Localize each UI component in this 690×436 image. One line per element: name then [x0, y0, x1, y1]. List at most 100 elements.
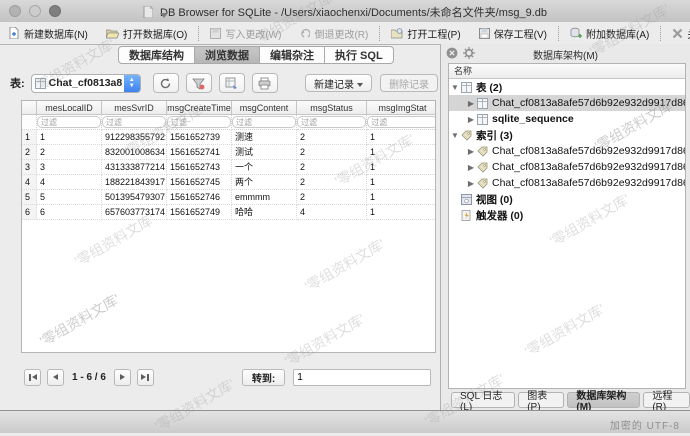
filter-input[interactable]	[37, 116, 101, 128]
new-record-button[interactable]: 新建记录	[305, 74, 372, 92]
combobox-stepper-icon[interactable]: ▲▼	[124, 74, 140, 93]
cell[interactable]: 6	[37, 205, 102, 220]
open-database-button[interactable]: 打开数据库(O)	[97, 22, 196, 44]
cell[interactable]: 1	[367, 175, 436, 190]
cell[interactable]: 431333877214...	[102, 160, 167, 175]
cell[interactable]: 188221843917...	[102, 175, 167, 190]
collapse-arrow-icon[interactable]: ▶	[465, 147, 477, 156]
goto-button[interactable]: 转到:	[242, 369, 285, 386]
cell[interactable]: 1	[367, 160, 436, 175]
cell[interactable]: 1	[367, 130, 436, 145]
expand-arrow-icon[interactable]: ▼	[449, 131, 461, 140]
tab-execute-sql[interactable]: 执行 SQL	[325, 46, 394, 64]
cell[interactable]: 2	[297, 190, 367, 205]
table-row[interactable]: 4 4 188221843917... 1561652745 两个 2 1	[22, 175, 436, 190]
tab-plot[interactable]: 图表(P)	[518, 392, 564, 408]
cell[interactable]: 测速	[232, 130, 297, 145]
cell[interactable]: emmmm	[232, 190, 297, 205]
table-row[interactable]: 5 5 501395479307... 1561652746 emmmm 2 1	[22, 190, 436, 205]
tree-name-header[interactable]: 名称	[449, 64, 685, 79]
tab-sql-log[interactable]: SQL 日志(L)	[451, 392, 515, 408]
collapse-arrow-icon[interactable]: ▶	[465, 179, 477, 188]
filter-input[interactable]	[102, 116, 166, 128]
cell[interactable]: 哈哈	[232, 205, 297, 220]
tree-item-chat-table[interactable]: ▶ Chat_cf0813a8afe57d6b92e932d9917d8666	[449, 95, 685, 111]
attach-database-button[interactable]: 附加数据库(A)	[561, 22, 658, 44]
goto-record-input[interactable]	[293, 369, 431, 386]
filter-input[interactable]	[367, 116, 436, 128]
tab-edit-pragmas[interactable]: 编辑杂注	[260, 46, 325, 64]
tab-browse-data[interactable]: 浏览数据	[195, 46, 260, 64]
table-row[interactable]: 6 6 657603773174... 1561652749 哈哈 4 1	[22, 205, 436, 220]
previous-page-button[interactable]	[47, 369, 64, 386]
cell[interactable]: 1561652739	[167, 130, 232, 145]
column-header[interactable]: msgCreateTime	[167, 101, 232, 115]
cell[interactable]: 1561652746	[167, 190, 232, 205]
cell[interactable]: 2	[297, 145, 367, 160]
cell[interactable]: 3	[37, 160, 102, 175]
tree-item-triggers-group[interactable]: 触发器 (0)	[449, 207, 685, 223]
tree-item-index[interactable]: ▶ Chat_cf0813a8afe57d6b92e932d9917d8666_…	[449, 143, 685, 159]
tree-item-index[interactable]: ▶ Chat_cf0813a8afe57d6b92e932d9917d8666_…	[449, 159, 685, 175]
cell[interactable]: 2	[297, 130, 367, 145]
tab-db-schema[interactable]: 数据库架构(M)	[567, 392, 640, 408]
table-row[interactable]: 1 1 912298355792... 1561652739 测速 2 1	[22, 130, 436, 145]
tree-item-tables-group[interactable]: ▼ 表 (2)	[449, 79, 685, 95]
cell[interactable]: 2	[37, 145, 102, 160]
tab-database-structure[interactable]: 数据库结构	[118, 46, 195, 64]
save-project-button[interactable]: 保存工程(V)	[470, 22, 556, 44]
cell[interactable]: 2	[297, 160, 367, 175]
cell[interactable]: 1561652749	[167, 205, 232, 220]
cell[interactable]: 1561652745	[167, 175, 232, 190]
cell[interactable]: 1	[367, 190, 436, 205]
first-page-button[interactable]	[24, 369, 41, 386]
next-page-button[interactable]	[114, 369, 131, 386]
tab-remote[interactable]: 远程(R)	[643, 392, 690, 408]
cell[interactable]: 1561652743	[167, 160, 232, 175]
table-row[interactable]: 3 3 431333877214... 1561652743 一个 2 1	[22, 160, 436, 175]
filter-input[interactable]	[297, 116, 366, 128]
cell[interactable]: 1	[367, 205, 436, 220]
cell[interactable]: 两个	[232, 175, 297, 190]
cell[interactable]: 5	[37, 190, 102, 205]
cell[interactable]: 2	[297, 175, 367, 190]
filter-input[interactable]	[232, 116, 296, 128]
open-database-recent-chevron-icon[interactable]	[160, 13, 168, 18]
expand-arrow-icon[interactable]: ▼	[449, 83, 461, 92]
collapse-arrow-icon[interactable]: ▶	[465, 163, 477, 172]
filter-input[interactable]	[167, 116, 231, 128]
table-select-combobox[interactable]: Chat_cf0813a8 ▲▼	[31, 74, 141, 93]
collapse-arrow-icon[interactable]: ▶	[465, 115, 477, 124]
save-results-button[interactable]	[219, 73, 245, 93]
close-database-button[interactable]: 关闭数据库(C)	[663, 22, 690, 44]
last-page-button[interactable]	[137, 369, 154, 386]
encoding-status[interactable]: 加密的 UTF-8	[610, 417, 680, 432]
collapse-arrow-icon[interactable]: ▶	[465, 99, 477, 108]
cell[interactable]: 4	[37, 175, 102, 190]
tree-item-sqlite-sequence[interactable]: ▶ sqlite_sequence	[449, 111, 685, 127]
column-header[interactable]: mesSvrID	[102, 101, 167, 115]
column-header[interactable]: msgContent	[232, 101, 297, 115]
cell[interactable]: 1	[367, 145, 436, 160]
cell[interactable]: 4	[297, 205, 367, 220]
print-button[interactable]	[252, 73, 278, 93]
open-project-button[interactable]: 打开工程(P)	[382, 22, 469, 44]
tree-item-views-group[interactable]: 视图 (0)	[449, 191, 685, 207]
cell[interactable]: 501395479307...	[102, 190, 167, 205]
column-header[interactable]: mesLocalID	[37, 101, 102, 115]
cell[interactable]: 832001008634...	[102, 145, 167, 160]
tree-item-indexes-group[interactable]: ▼ 索引 (3)	[449, 127, 685, 143]
cell[interactable]: 912298355792...	[102, 130, 167, 145]
cell[interactable]: 1561652741	[167, 145, 232, 160]
tree-item-index[interactable]: ▶ Chat_cf0813a8afe57d6b92e932d9917d8666_…	[449, 175, 685, 191]
cell[interactable]: 一个	[232, 160, 297, 175]
column-header[interactable]: msgStatus	[297, 101, 367, 115]
clear-filters-button[interactable]	[186, 73, 212, 93]
table-row[interactable]: 2 2 832001008634... 1561652741 测试 2 1	[22, 145, 436, 160]
cell[interactable]: 测试	[232, 145, 297, 160]
cell[interactable]: 657603773174...	[102, 205, 167, 220]
column-header[interactable]: msgImgStat	[367, 101, 436, 115]
refresh-button[interactable]	[153, 73, 179, 93]
new-database-button[interactable]: 新建数据库(N)	[0, 22, 97, 44]
cell[interactable]: 1	[37, 130, 102, 145]
